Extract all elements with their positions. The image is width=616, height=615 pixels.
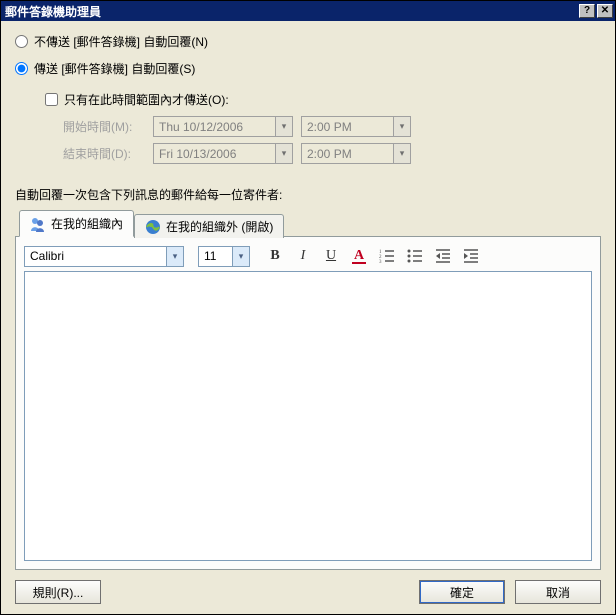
- close-button[interactable]: ✕: [597, 4, 613, 18]
- start-time-row: 開始時間(M): Thu 10/12/2006 ▾ 2:00 PM ▾: [63, 116, 601, 137]
- font-family-combo[interactable]: Calibri ▾: [24, 246, 184, 267]
- tab-panel: Calibri ▾ 11 ▾ B I U A 123: [15, 236, 601, 570]
- time-range-checkbox-label: 只有在此時間範圍內才傳送(O):: [64, 91, 229, 108]
- chevron-down-icon[interactable]: ▾: [232, 247, 249, 266]
- color-bar-icon: [352, 262, 366, 264]
- people-icon: [30, 216, 46, 232]
- time-grid: 開始時間(M): Thu 10/12/2006 ▾ 2:00 PM ▾ 結束時間…: [63, 116, 601, 170]
- tabs: 在我的組織內 在我的組織外 (開啟): [15, 209, 601, 236]
- chevron-down-icon[interactable]: ▾: [166, 247, 183, 266]
- numbered-list-button[interactable]: 123: [376, 245, 398, 267]
- start-time-label: 開始時間(M):: [63, 118, 153, 135]
- decrease-indent-button[interactable]: [432, 245, 454, 267]
- end-time-combo[interactable]: 2:00 PM ▾: [301, 143, 411, 164]
- chevron-down-icon[interactable]: ▾: [275, 117, 292, 136]
- underline-button[interactable]: U: [320, 245, 342, 267]
- time-range-checkbox-row[interactable]: 只有在此時間範圍內才傳送(O):: [45, 91, 601, 108]
- end-time-value: 2:00 PM: [307, 147, 393, 161]
- font-color-button[interactable]: A: [348, 245, 370, 267]
- font-family-value: Calibri: [30, 249, 166, 263]
- radio-dont-send[interactable]: 不傳送 [郵件答錄機] 自動回覆(N): [15, 33, 601, 50]
- radio-dont-send-input[interactable]: [15, 35, 28, 48]
- dialog-footer: 規則(R)... 確定 取消: [15, 570, 601, 604]
- chevron-down-icon[interactable]: ▾: [393, 144, 410, 163]
- increase-indent-button[interactable]: [460, 245, 482, 267]
- window-title: 郵件答錄機助理員: [5, 3, 577, 20]
- font-size-value: 11: [204, 249, 232, 263]
- tab-inside-org-label: 在我的組織內: [51, 215, 123, 232]
- titlebar: 郵件答錄機助理員 ? ✕: [1, 1, 615, 21]
- format-toolbar: Calibri ▾ 11 ▾ B I U A 123: [24, 245, 592, 267]
- end-time-row: 結束時間(D): Fri 10/13/2006 ▾ 2:00 PM ▾: [63, 143, 601, 164]
- message-editor[interactable]: [24, 271, 592, 561]
- chevron-down-icon[interactable]: ▾: [393, 117, 410, 136]
- help-button[interactable]: ?: [579, 4, 595, 18]
- start-time-value: 2:00 PM: [307, 120, 393, 134]
- auto-reply-label: 自動回覆一次包含下列訊息的郵件給每一位寄件者:: [15, 186, 601, 203]
- rules-button[interactable]: 規則(R)...: [15, 580, 101, 604]
- radio-send-label: 傳送 [郵件答錄機] 自動回覆(S): [34, 60, 195, 77]
- dialog-window: 郵件答錄機助理員 ? ✕ 不傳送 [郵件答錄機] 自動回覆(N) 傳送 [郵件答…: [0, 0, 616, 615]
- radio-dont-send-label: 不傳送 [郵件答錄機] 自動回覆(N): [34, 33, 208, 50]
- ok-button[interactable]: 確定: [419, 580, 505, 604]
- end-date-value: Fri 10/13/2006: [159, 147, 275, 161]
- cancel-button[interactable]: 取消: [515, 580, 601, 604]
- bold-button[interactable]: B: [264, 245, 286, 267]
- tab-outside-org-label: 在我的組織外 (開啟): [166, 218, 273, 235]
- chevron-down-icon[interactable]: ▾: [275, 144, 292, 163]
- dialog-content: 不傳送 [郵件答錄機] 自動回覆(N) 傳送 [郵件答錄機] 自動回覆(S) 只…: [1, 21, 615, 614]
- tab-outside-org[interactable]: 在我的組織外 (開啟): [134, 214, 284, 238]
- start-date-combo[interactable]: Thu 10/12/2006 ▾: [153, 116, 293, 137]
- italic-button[interactable]: I: [292, 245, 314, 267]
- globe-icon: [145, 219, 161, 235]
- time-range-checkbox[interactable]: [45, 93, 58, 106]
- radio-send-input[interactable]: [15, 62, 28, 75]
- end-date-combo[interactable]: Fri 10/13/2006 ▾: [153, 143, 293, 164]
- bullet-list-button[interactable]: [404, 245, 426, 267]
- font-size-combo[interactable]: 11 ▾: [198, 246, 250, 267]
- end-time-label: 結束時間(D):: [63, 145, 153, 162]
- tab-inside-org[interactable]: 在我的組織內: [19, 210, 134, 237]
- start-time-combo[interactable]: 2:00 PM ▾: [301, 116, 411, 137]
- start-date-value: Thu 10/12/2006: [159, 120, 275, 134]
- svg-text:3: 3: [379, 260, 382, 264]
- radio-send[interactable]: 傳送 [郵件答錄機] 自動回覆(S): [15, 60, 601, 77]
